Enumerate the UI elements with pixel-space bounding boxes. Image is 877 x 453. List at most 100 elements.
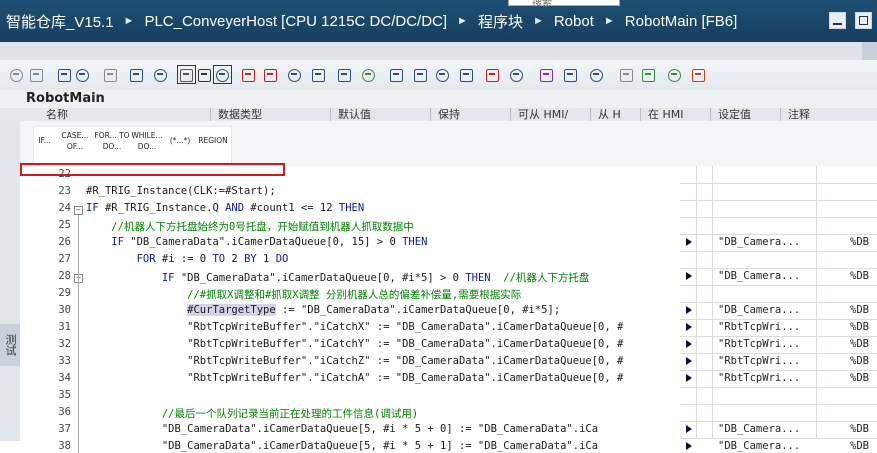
expand-arrow-icon[interactable]	[686, 272, 692, 280]
toolbar-icon-2[interactable]	[28, 66, 45, 83]
bookmark-icon[interactable]	[286, 66, 303, 83]
code-line[interactable]: IF "DB_CameraData".iCamerDataQueue[0, #i…	[86, 270, 590, 285]
fold-toggle[interactable]: −	[74, 206, 83, 215]
line-number: 23	[58, 185, 71, 197]
palette-for[interactable]: FOR... TO DO...	[94, 130, 130, 152]
step-into-icon[interactable]	[588, 66, 605, 83]
uncomment-icon[interactable]	[484, 66, 501, 83]
column-hmi-visible[interactable]: 在 HMI	[648, 108, 706, 121]
monitor-grid-cell	[696, 251, 713, 269]
expand-arrow-icon[interactable]	[686, 425, 692, 433]
palette-region[interactable]: REGION	[196, 135, 230, 146]
search-input[interactable]	[508, 0, 620, 6]
minimize-button[interactable]	[829, 12, 846, 29]
code-line[interactable]: "DB_CameraData".iCamerDataQueue[5, #i * …	[86, 423, 598, 435]
line-number: 30	[58, 304, 71, 316]
column-divider	[210, 108, 211, 121]
line-number: 37	[58, 423, 71, 435]
step-over-icon[interactable]	[562, 66, 579, 83]
run-icon[interactable]	[640, 66, 657, 83]
download-icon[interactable]	[196, 66, 213, 83]
toolbar-icon-1[interactable]	[8, 66, 25, 83]
expand-arrow-icon[interactable]	[686, 340, 692, 348]
expand-arrow-icon[interactable]	[686, 323, 692, 331]
column-retain[interactable]: 保持	[438, 108, 488, 121]
monitor-grid-cell	[696, 302, 713, 320]
insert-line-icon[interactable]	[74, 66, 91, 83]
expand-arrow-icon[interactable]	[686, 306, 692, 314]
code-line[interactable]: IF #R_TRIG_Instance.Q AND #count1 <= 12 …	[86, 202, 364, 214]
column-comment[interactable]: 注释	[788, 108, 848, 121]
column-default[interactable]: 默认值	[338, 108, 428, 121]
breadcrumb-block[interactable]: RobotMain [FB6]	[625, 13, 738, 30]
indent-right-icon[interactable]	[412, 66, 429, 83]
column-hmi-write[interactable]: 从 H	[598, 108, 638, 121]
monitor-grid-cell	[816, 183, 877, 201]
step-icon[interactable]	[508, 66, 525, 83]
breadcrumb-program-blocks[interactable]: 程序块	[478, 11, 523, 32]
monitor-grid-cell	[680, 217, 697, 235]
code-line[interactable]: #CurTargetType := "DB_CameraData".iCamer…	[86, 304, 560, 316]
fold-guide	[78, 215, 79, 453]
record-icon[interactable]	[102, 66, 119, 83]
list-icon[interactable]	[310, 66, 327, 83]
code-line[interactable]: "RbtTcpWriteBuffer"."iCatchX" := "DB_Cam…	[86, 321, 623, 333]
search-placeholder: 搜索	[532, 0, 552, 9]
code-line[interactable]: //机器人下方托盘始终为0号托盘，开始赋值到机器人抓取数据中	[86, 219, 413, 234]
code-line[interactable]: IF "DB_CameraData".iCamerDataQueue[0, 15…	[86, 236, 427, 248]
code-line[interactable]: //最后一个队列记录当前正在处理的工件信息(调试用)	[86, 406, 418, 421]
highlight-icon[interactable]	[213, 65, 232, 84]
testing-tab[interactable]: 测试	[0, 324, 20, 366]
insert-icon[interactable]	[56, 66, 73, 83]
code-line[interactable]: "RbtTcpWriteBuffer"."iCatchZ" := "DB_Cam…	[86, 355, 623, 367]
stop-icon[interactable]	[666, 66, 683, 83]
monitor-grid-cell	[696, 217, 713, 235]
expand-arrow-icon[interactable]	[686, 442, 692, 450]
code-line[interactable]: "RbtTcpWriteBuffer"."iCatchA" := "DB_Cam…	[86, 372, 623, 384]
breadcrumb-project[interactable]: 智能仓库_V15.1	[6, 11, 114, 32]
monitor-grid-cell	[696, 370, 713, 388]
comment-line-icon[interactable]	[458, 66, 475, 83]
breakpoint-clear-icon[interactable]	[262, 66, 279, 83]
palette-comment-block[interactable]: (*...*)	[164, 135, 196, 146]
monitor-grid-cell	[696, 353, 713, 371]
cylinder-icon[interactable]	[690, 66, 707, 83]
monitor-grid-cell	[680, 183, 697, 201]
monitor-grid-cell	[816, 387, 877, 405]
expand-arrow-icon[interactable]	[686, 357, 692, 365]
monitor-value: "RbtTcpWri...	[718, 355, 801, 367]
collapse-icon[interactable]	[336, 66, 353, 83]
indent-left-icon[interactable]	[388, 66, 405, 83]
chevron-right-icon: ►	[603, 15, 615, 27]
watch-icon[interactable]	[618, 66, 635, 83]
selected-token[interactable]: #CurTargetType	[187, 304, 276, 316]
column-setpoint[interactable]: 设定值	[718, 108, 776, 121]
stack-view-icon[interactable]	[152, 66, 169, 83]
column-hmi-access[interactable]: 可从 HMI/	[518, 108, 588, 121]
monitor-address: %DB	[850, 372, 869, 384]
palette-case[interactable]: CASE... OF...	[58, 130, 92, 152]
monitor-icon[interactable]	[177, 65, 196, 84]
code-line[interactable]: FOR #i := 0 TO 2 BY 1 DO	[86, 253, 289, 265]
code-line[interactable]: "DB_CameraData".iCamerDataQueue[5, #i * …	[86, 440, 598, 452]
palette-if[interactable]: IF...	[33, 135, 56, 146]
monitor-grid-cell	[712, 387, 817, 405]
breadcrumb-robot[interactable]: Robot	[554, 13, 594, 30]
breakpoint-icon[interactable]	[240, 66, 257, 83]
expand-icon[interactable]	[360, 66, 377, 83]
code-line[interactable]: #R_TRIG_Instance(CLK:=#Start);	[86, 185, 276, 197]
outdent-icon[interactable]	[434, 66, 451, 83]
column-name[interactable]: 名称	[46, 108, 68, 121]
editor-header-strip	[0, 42, 877, 60]
expand-arrow-icon[interactable]	[686, 374, 692, 382]
expand-arrow-icon[interactable]	[686, 238, 692, 246]
code-line[interactable]: "RbtTcpWriteBuffer"."iCatchY" := "DB_Cam…	[86, 338, 623, 350]
column-datatype[interactable]: 数据类型	[218, 108, 306, 121]
line-number: 35	[58, 389, 71, 401]
breadcrumb-plc[interactable]: PLC_ConveyerHost [CPU 1215C DC/DC/DC]	[144, 13, 447, 30]
code-line[interactable]: //#抓取X调整和#抓取X调整 分别机器人总的偏差补偿量,需要根据实际	[86, 287, 521, 302]
palette-while[interactable]: WHILE... DO...	[130, 130, 164, 152]
maximize-button[interactable]	[855, 12, 872, 29]
go-icon[interactable]	[538, 66, 555, 83]
network-view-icon[interactable]	[128, 66, 145, 83]
